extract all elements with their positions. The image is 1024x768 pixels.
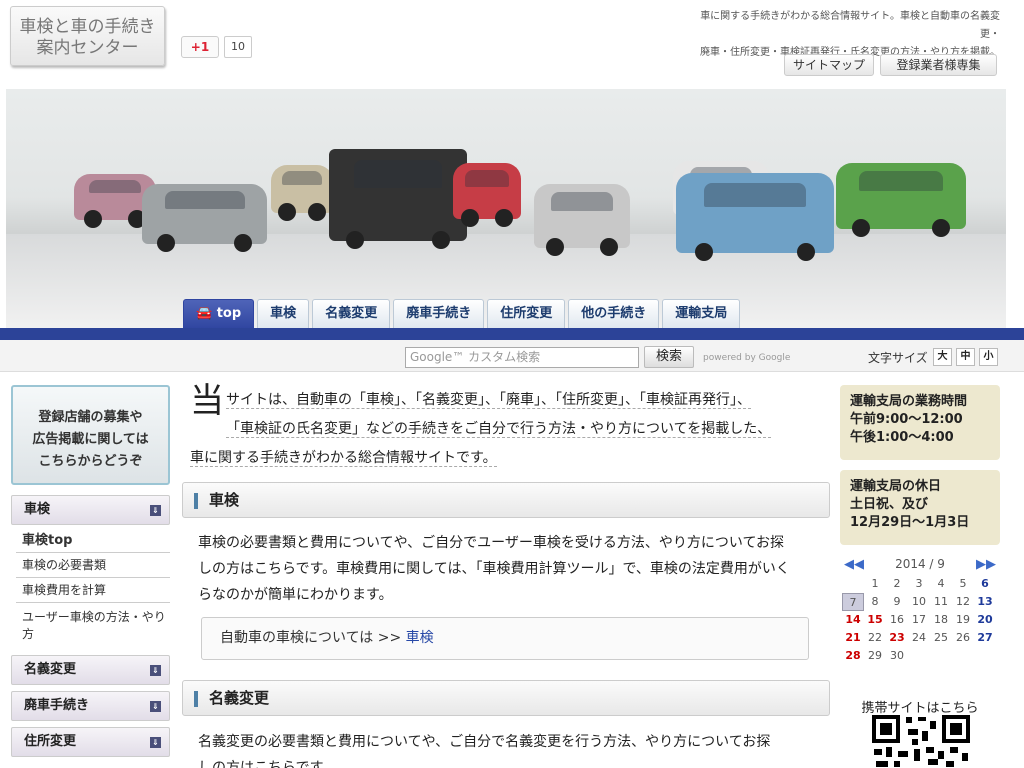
arrow-down-icon: ⇓ xyxy=(150,737,161,748)
intro-drop-cap: 当 xyxy=(190,381,224,421)
sitemap-button[interactable]: サイトマップ xyxy=(784,54,874,76)
tab-jusho[interactable]: 住所変更 xyxy=(487,299,566,329)
calendar-day: 5 xyxy=(959,577,967,590)
section-title-meigi: 名義変更 xyxy=(182,680,830,716)
calendar-day: 22 xyxy=(868,631,882,644)
desc-line1: 車に関する手続きがわかる総合情報サイト。車検と自動車の名義変更・ xyxy=(700,11,1000,40)
calendar-day: 27 xyxy=(977,631,993,644)
calendar-day: 13 xyxy=(977,595,993,608)
arrow-down-icon: ⇓ xyxy=(150,665,161,676)
font-size-label: 文字サイズ xyxy=(868,351,928,365)
menu-shaken[interactable]: 車検 ⇓ xyxy=(11,495,170,525)
arrow-down-icon: ⇓ xyxy=(150,701,161,712)
calendar-grid: 123456 7 8 9 10 11 12 13 14 15 16 17 18 19 20 21 22 23… xyxy=(842,575,1000,665)
logo-line1: 車検と車の手続き xyxy=(19,17,156,37)
nav-bar xyxy=(0,328,1024,340)
car-green-icon xyxy=(836,163,966,237)
calendar-day xyxy=(842,575,864,593)
shaken-link[interactable]: 車検 xyxy=(406,630,434,646)
calendar-day: 9 xyxy=(893,595,901,608)
font-large-button[interactable]: 大 xyxy=(933,348,952,366)
calendar-day: 19 xyxy=(956,613,970,626)
tab-other[interactable]: 他の手続き xyxy=(568,299,660,329)
menu-jusho[interactable]: 住所変更 ⇓ xyxy=(11,727,170,757)
business-hours-box: 運輸支局の業務時間 午前9:00～12:00 午後1:00～4:00 xyxy=(840,385,1000,460)
submenu-shaken-cost[interactable]: 車検費用を計算 xyxy=(16,580,170,603)
shaken-link-box: 自動車の車検については >> 車検 xyxy=(201,617,809,660)
link-prefix: 自動車の車検については >> xyxy=(220,630,406,646)
calendar-day: 8 xyxy=(871,595,879,608)
car-blue-mini-icon xyxy=(676,173,834,261)
search-button[interactable]: 検索 xyxy=(644,346,694,368)
tab-haisha[interactable]: 廃車手続き xyxy=(393,299,485,329)
car-silver-icon xyxy=(142,184,267,252)
calendar-day xyxy=(930,647,952,665)
calendar-day: 3 xyxy=(915,577,923,590)
car-white-sports-icon xyxy=(534,184,630,256)
logo-line2: 案内センター xyxy=(36,38,139,58)
calendar-day xyxy=(908,647,930,665)
calendar-day: 17 xyxy=(912,613,926,626)
tab-meigi[interactable]: 名義変更 xyxy=(312,299,391,329)
calendar-day: 21 xyxy=(845,631,861,644)
calendar-day: 24 xyxy=(912,631,926,644)
gplus-count: 10 xyxy=(224,36,252,58)
calendar-day: 15 xyxy=(867,613,883,626)
mobile-site-label: 携帯サイトはこちら xyxy=(861,701,979,716)
car-beige-icon xyxy=(271,165,333,221)
calendar-prev-icon[interactable]: ◀◀ xyxy=(844,557,864,572)
calendar-day-today: 7 xyxy=(842,593,864,611)
registered-dealers-button[interactable]: 登録業者様専集 xyxy=(880,54,997,76)
submenu-shaken-top[interactable]: 車検top xyxy=(16,530,170,553)
gplus-button[interactable]: +1 xyxy=(181,36,219,58)
calendar-day: 16 xyxy=(890,613,904,626)
tab-unyu[interactable]: 運輸支局 xyxy=(662,299,741,329)
menu-meigi[interactable]: 名義変更 ⇓ xyxy=(11,655,170,685)
main-nav: 🚘 top 車検 名義変更 廃車手続き 住所変更 他の手続き 運輸支局 xyxy=(183,299,741,329)
calendar-day: 28 xyxy=(845,649,861,662)
calendar-day: 12 xyxy=(956,595,970,608)
search-input[interactable]: Google™ カスタム検索 xyxy=(405,347,639,368)
car-icon: 🚘 xyxy=(196,306,217,321)
calendar-day: 6 xyxy=(981,577,989,590)
calendar-title: 2014 / 9 xyxy=(895,557,945,571)
shaken-description: 車検の必要書類と費用についてや、ご自分でユーザー車検を受ける方法、やり方について… xyxy=(198,535,790,603)
powered-by-google: powered by Google xyxy=(703,353,791,363)
tab-top[interactable]: 🚘 top xyxy=(183,299,255,329)
font-medium-button[interactable]: 中 xyxy=(956,348,975,366)
car-red-icon xyxy=(453,163,521,227)
recruit-banner[interactable]: 登録店舗の募集や 広告掲載に関しては こちらからどうぞ xyxy=(11,385,170,485)
site-logo[interactable]: 車検と車の手続き 案内センター xyxy=(10,6,165,66)
meigi-description: 名義変更の必要書類と費用についてや、ご自分で名義変更を行う方法、やり方についてお… xyxy=(198,734,771,768)
menu-haisha[interactable]: 廃車手続き ⇓ xyxy=(11,691,170,721)
holiday-box: 運輸支局の休日 土日祝、及び 12月29日～1月3日 xyxy=(840,470,1000,545)
banner-image xyxy=(6,89,1006,329)
calendar-day: 26 xyxy=(956,631,970,644)
tab-shaken[interactable]: 車検 xyxy=(257,299,310,329)
calendar-next-icon[interactable]: ▶▶ xyxy=(976,557,996,572)
calendar-day: 29 xyxy=(868,649,882,662)
calendar-day: 1 xyxy=(871,577,879,590)
calendar-day: 30 xyxy=(890,649,904,662)
calendar-day: 2 xyxy=(893,577,901,590)
calendar-day: 18 xyxy=(934,613,948,626)
calendar-day: 11 xyxy=(934,595,948,608)
qr-code-icon[interactable] xyxy=(872,715,970,768)
font-small-button[interactable]: 小 xyxy=(979,348,998,366)
calendar-day: 4 xyxy=(937,577,945,590)
calendar-day: 20 xyxy=(977,613,993,626)
calendar-day: 10 xyxy=(912,595,926,608)
calendar-day: 25 xyxy=(934,631,948,644)
submenu-user-shaken[interactable]: ユーザー車検の方法・やり方 xyxy=(16,606,170,647)
calendar-day xyxy=(952,647,974,665)
car-black-suv-icon xyxy=(329,149,467,249)
arrow-down-icon: ⇓ xyxy=(150,505,161,516)
calendar-day: 14 xyxy=(845,613,861,626)
intro-text: 当 サイトは、自動車の「車検」、「名義変更」、「廃車」、「住所変更」、「車検証再… xyxy=(190,381,772,467)
calendar: ◀◀ 2014 / 9 ▶▶ 123456 7 8 9 10 11 12 13 14 15 16… xyxy=(840,557,1000,665)
calendar-day: 23 xyxy=(889,631,905,644)
submenu-shaken-docs[interactable]: 車検の必要書類 xyxy=(16,555,170,578)
section-title-shaken: 車検 xyxy=(182,482,830,518)
calendar-day xyxy=(974,647,996,665)
